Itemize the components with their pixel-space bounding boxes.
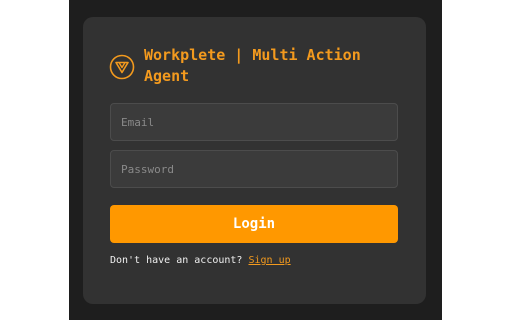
workplete-logo-icon (109, 54, 135, 80)
signup-link[interactable]: Sign up (248, 255, 290, 266)
signup-prompt-text: Don't have an account? (110, 255, 243, 266)
login-button[interactable]: Login (110, 205, 398, 243)
login-card: Workplete | Multi Action Agent Login Don… (83, 17, 426, 304)
email-field[interactable] (110, 103, 398, 141)
password-field[interactable] (110, 150, 398, 188)
app-title: Workplete | Multi Action Agent (144, 46, 361, 85)
signup-prompt-row: Don't have an account? Sign up (110, 255, 291, 266)
login-header: Workplete | Multi Action Agent (109, 45, 409, 87)
app-backdrop: Workplete | Multi Action Agent Login Don… (69, 0, 442, 320)
